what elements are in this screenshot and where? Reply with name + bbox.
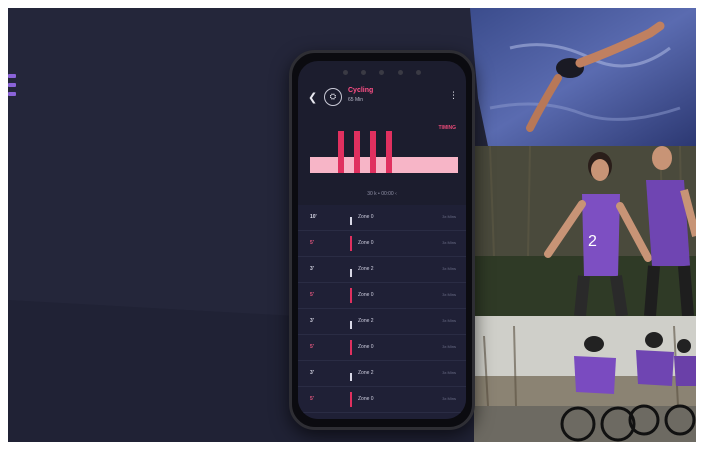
zone-meta: 3x Mins (442, 266, 456, 271)
app-header: ❮ ⛭ Cycling 65 Min ⋮ (298, 81, 466, 115)
zone-meta: 3x Mins (442, 318, 456, 323)
zone-duration: 3' (310, 370, 314, 376)
zone-duration: 5' (310, 344, 314, 350)
zone-list: 10' Zone 0 3x Mins 5' Zone 0 3x Mins 3' Zone 23… (298, 205, 466, 419)
swimmer-photo (470, 8, 696, 146)
back-icon[interactable]: ❮ (308, 91, 317, 104)
cyclists-photo (474, 316, 696, 442)
zone-row[interactable]: 5' Zone 0 3x Mins (298, 387, 466, 413)
zone-label: Zone 0 (358, 240, 374, 246)
zone-marker (350, 321, 352, 329)
zone-marker (350, 269, 352, 277)
intensity-chart (310, 131, 458, 181)
zone-row[interactable]: 5' Zone 0 3x Mins (298, 283, 466, 309)
chart-bar (370, 131, 376, 173)
zone-row[interactable]: 10' Zone 0 3x Mins (298, 205, 466, 231)
zone-duration: 3' (310, 318, 314, 324)
workout-duration: 30 k • 00:00 ‹ (367, 191, 397, 197)
zone-meta: 3x Mins (442, 370, 456, 375)
zone-meta: 3x Mins (442, 214, 456, 219)
svg-text:2: 2 (588, 233, 597, 250)
marketing-frame: 2 ❮ ⛭ Cycling 65 Min ⋮ TIMING 30 k • 00:… (8, 8, 696, 442)
zone-row[interactable]: 5' Zone 0 3x Mins (298, 231, 466, 257)
zone-label: Zone 0 (358, 396, 374, 402)
phone-mockup: ❮ ⛭ Cycling 65 Min ⋮ TIMING 30 k • 00:00… (289, 50, 475, 430)
zone-marker (350, 236, 352, 251)
chart-bar (354, 131, 360, 173)
phone-screen: ❮ ⛭ Cycling 65 Min ⋮ TIMING 30 k • 00:00… (298, 61, 466, 419)
more-options-icon[interactable]: ⋮ (449, 90, 458, 101)
zone-marker (350, 217, 352, 225)
zone-meta: 3x Mins (442, 240, 456, 245)
zone-label: Zone 0 (358, 214, 374, 220)
zone-duration: 10' (310, 214, 317, 220)
chart-bar (386, 131, 392, 173)
zone-marker (350, 392, 352, 407)
zone-meta: 3x Mins (442, 344, 456, 349)
zone-duration: 5' (310, 240, 314, 246)
zone-meta: 3x Mins (442, 292, 456, 297)
zone-row[interactable]: 10'Zone 03x Mins (298, 413, 466, 419)
workout-subtitle: 65 Min (348, 97, 364, 103)
zone-row[interactable]: 3' Zone 2 3x Mins (298, 257, 466, 283)
zone-row[interactable]: 5' Zone 0 3x Mins (298, 335, 466, 361)
chart-bar (338, 131, 344, 173)
zone-duration: 5' (310, 292, 314, 298)
workout-title: Cycling (348, 87, 374, 94)
zone-label: Zone 2 (358, 318, 374, 324)
phone-notch (336, 67, 428, 77)
zone-duration: 5' (310, 396, 314, 402)
zone-duration: 3' (310, 266, 314, 272)
zone-row[interactable]: 3' Zone 2 3x Mins (298, 361, 466, 387)
zone-meta: 3x Mins (442, 396, 456, 401)
chart-baseline (310, 157, 458, 173)
zone-label: Zone 0 (358, 292, 374, 298)
zone-marker (350, 340, 352, 355)
zone-label: Zone 2 (358, 266, 374, 272)
zone-label: Zone 0 (358, 344, 374, 350)
zone-label: Zone 2 (358, 370, 374, 376)
zone-marker (350, 288, 352, 303)
cycling-icon: ⛭ (324, 88, 342, 106)
zone-row[interactable]: 3' Zone 2 3x Mins (298, 309, 466, 335)
zone-marker (350, 373, 352, 381)
runners-photo: 2 (470, 146, 696, 316)
